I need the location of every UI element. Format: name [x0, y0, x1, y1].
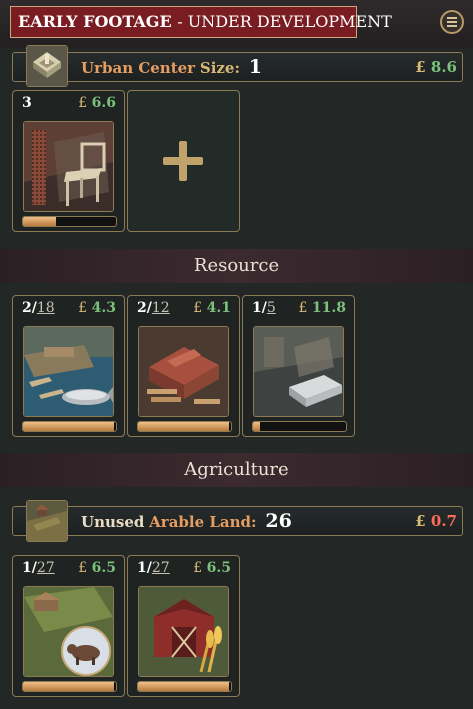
iron-mine-image [253, 326, 344, 417]
building-price: £ 11.8 [299, 300, 346, 316]
progress-fill [138, 682, 230, 691]
building-price-value: 4.1 [206, 300, 231, 316]
arable-land-link[interactable]: Arable Land: [149, 513, 256, 531]
section-header-resource: Resource [0, 249, 473, 283]
progress-bar [22, 216, 117, 227]
capacity-value: 12 [151, 300, 170, 316]
employed-value: 1 [22, 560, 32, 576]
employment-count: 1/27 [22, 560, 55, 576]
urban-center-link[interactable]: Urban Center [81, 59, 195, 77]
building-price-value: 4.3 [91, 300, 116, 316]
building-price: £ 4.1 [193, 300, 231, 316]
employment-count: 1/5 [252, 300, 276, 316]
employed-value: 1 [137, 560, 147, 576]
arable-land-icon [26, 500, 68, 542]
pound-icon: £ [415, 512, 426, 530]
progress-fill [23, 217, 56, 226]
plus-icon [163, 141, 203, 181]
progress-fill [138, 422, 230, 431]
building-price-value: 6.6 [91, 95, 116, 111]
progress-bar [137, 681, 232, 692]
pound-icon: £ [193, 560, 203, 576]
building-card-livestock[interactable]: 1/27 £ 6.5 [12, 555, 125, 697]
size-label: Size: [199, 59, 241, 77]
arable-income: £ 0.7 [415, 506, 457, 536]
wheat-farm-image [138, 586, 229, 677]
pound-icon: £ [78, 560, 88, 576]
employment-count: 2/12 [137, 300, 170, 316]
progress-bar [22, 421, 117, 432]
pound-icon: £ [78, 95, 88, 111]
building-price-value: 6.5 [206, 560, 231, 576]
urban-center-icon [26, 45, 68, 87]
employment-count: 2/18 [22, 300, 55, 316]
capacity-value: 27 [36, 560, 55, 576]
urban-center-label: Urban Center Size: 1 [81, 52, 262, 83]
pound-icon: £ [415, 58, 426, 76]
employed-value: 1 [252, 300, 262, 316]
building-price: £ 6.5 [78, 560, 116, 576]
menu-list-icon[interactable] [440, 10, 464, 34]
arable-land-value: 26 [265, 510, 292, 532]
employment-count: 1/27 [137, 560, 170, 576]
building-price: £ 4.3 [78, 300, 116, 316]
building-price: £ 6.6 [78, 95, 116, 111]
capacity-value: 18 [36, 300, 55, 316]
pound-icon: £ [193, 300, 203, 316]
logging-camp-image [138, 326, 229, 417]
arable-income-value: 0.7 [430, 512, 457, 530]
progress-fill [23, 682, 115, 691]
urban-income-value: 8.6 [430, 58, 457, 76]
fishing-wharf-image [23, 326, 114, 417]
building-card-logging[interactable]: 2/12 £ 4.1 [127, 295, 240, 437]
capacity-value: 5 [266, 300, 276, 316]
add-building-button[interactable] [127, 90, 240, 232]
building-card-mine[interactable]: 1/5 £ 11.8 [242, 295, 355, 437]
banner-title: EARLY FOOTAGE [18, 12, 172, 31]
building-count: 3 [22, 95, 32, 111]
arable-land-label: Unused Arable Land: 26 [81, 506, 292, 537]
capacity-value: 27 [151, 560, 170, 576]
progress-bar [22, 681, 117, 692]
pound-icon: £ [298, 300, 308, 316]
employed-value: 2 [137, 300, 147, 316]
unused-label: Unused [81, 513, 145, 531]
building-price-value: 11.8 [311, 300, 346, 316]
progress-bar [252, 421, 347, 432]
progress-bar [137, 421, 232, 432]
banner-subtitle: - UNDER DEVELOPMENT [177, 12, 392, 31]
progress-fill [23, 422, 115, 431]
building-card-wheat-farm[interactable]: 1/27 £ 6.5 [127, 555, 240, 697]
pound-icon: £ [78, 300, 88, 316]
building-card-urban[interactable]: 3 £ 6.6 [12, 90, 125, 232]
urban-income: £ 8.6 [415, 52, 457, 82]
employed-value: 2 [22, 300, 32, 316]
livestock-ranch-image [23, 586, 114, 677]
section-header-agriculture: Agriculture [0, 453, 473, 487]
progress-fill [253, 422, 261, 431]
building-price-value: 6.5 [91, 560, 116, 576]
size-value: 1 [248, 56, 263, 78]
dev-banner: EARLY FOOTAGE - UNDER DEVELOPMENT [10, 6, 392, 38]
building-price: £ 6.5 [193, 560, 231, 576]
building-card-fishing[interactable]: 2/18 £ 4.3 [12, 295, 125, 437]
furniture-workshop-image [23, 121, 114, 212]
